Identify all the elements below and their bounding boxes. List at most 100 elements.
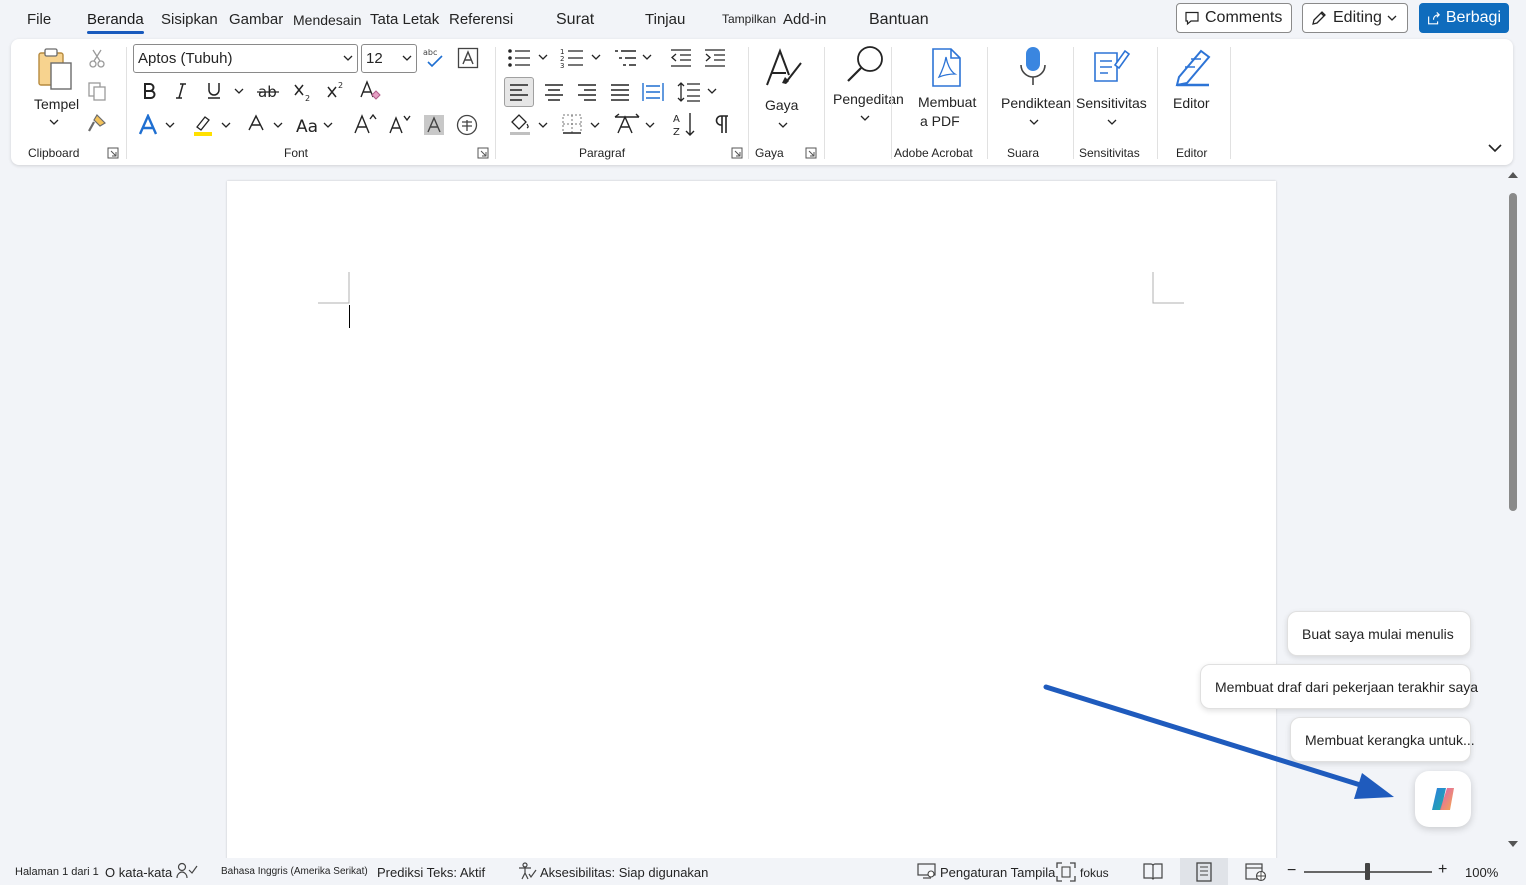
multilevel-list-button[interactable] xyxy=(611,45,639,71)
chevron-down-icon[interactable] xyxy=(323,122,333,129)
tab-bantuan[interactable]: Bantuan xyxy=(869,11,929,29)
tab-tinjau[interactable]: Tinjau xyxy=(645,11,685,28)
cut-button[interactable] xyxy=(85,47,109,71)
asian-layout-button[interactable] xyxy=(612,110,642,138)
change-case-button[interactable]: Aa xyxy=(294,112,324,138)
proofing-icon[interactable] xyxy=(176,862,198,880)
highlight-color-button[interactable] xyxy=(189,112,217,138)
comments-button[interactable]: Comments xyxy=(1176,3,1292,33)
shading-button[interactable] xyxy=(506,110,534,138)
dialog-launcher-icon[interactable] xyxy=(805,147,817,159)
sort-button[interactable]: AZ xyxy=(671,110,699,138)
create-pdf-label-line2: a PDF xyxy=(920,113,960,129)
copilot-button[interactable] xyxy=(1415,771,1471,827)
chevron-down-icon[interactable] xyxy=(221,122,231,129)
clear-formatting-button[interactable] xyxy=(357,77,383,103)
vertical-scrollbar[interactable] xyxy=(1504,168,1522,854)
dialog-launcher-icon[interactable] xyxy=(731,147,743,159)
strikethrough-button[interactable]: ab xyxy=(255,79,281,103)
show-formatting-marks-button[interactable] xyxy=(707,110,735,138)
align-center-button[interactable] xyxy=(540,78,568,106)
subscript-button[interactable]: 2 xyxy=(290,79,316,105)
display-settings-button[interactable]: Pengaturan Tampilan xyxy=(940,865,1063,880)
chevron-down-icon[interactable] xyxy=(642,54,652,61)
copy-button[interactable] xyxy=(85,79,109,103)
tab-gambar[interactable]: Gambar xyxy=(229,11,283,28)
page-count[interactable]: Halaman 1 dari 1 xyxy=(15,866,99,878)
sensitivity-button[interactable]: Sensitivitas xyxy=(1075,43,1147,131)
editor-button[interactable]: Editor xyxy=(1163,43,1223,131)
paste-button[interactable]: Tempel xyxy=(29,45,81,133)
underline-button[interactable] xyxy=(202,79,226,103)
chevron-down-icon[interactable] xyxy=(273,122,283,129)
print-layout-icon[interactable] xyxy=(1195,862,1213,882)
tab-file[interactable]: File xyxy=(27,11,51,28)
numbering-button[interactable]: 123 xyxy=(558,45,586,71)
bullets-button[interactable] xyxy=(505,45,533,71)
tab-tata-letak[interactable]: Tata Letak xyxy=(370,11,439,28)
create-pdf-button[interactable]: Membuat a PDF xyxy=(911,45,987,133)
word-count[interactable]: O kata-kata xyxy=(105,865,172,880)
text-effects-button[interactable] xyxy=(135,112,161,138)
bold-button[interactable] xyxy=(137,79,161,103)
text-effects-box-button[interactable] xyxy=(455,45,481,71)
focus-button[interactable]: fokus xyxy=(1080,866,1109,880)
superscript-button[interactable]: 2 xyxy=(323,77,349,103)
share-button[interactable]: Berbagi xyxy=(1419,3,1509,33)
editing-mode-button[interactable]: Editing xyxy=(1302,3,1408,33)
ribbon-collapse-chevron-icon[interactable] xyxy=(1488,144,1502,153)
tab-beranda[interactable]: Beranda xyxy=(87,11,144,34)
chevron-down-icon[interactable] xyxy=(538,122,548,129)
dictate-button[interactable]: Pendiktean xyxy=(997,43,1071,131)
zoom-in-button[interactable]: + xyxy=(1438,861,1447,879)
zoom-slider-thumb[interactable] xyxy=(1365,863,1370,880)
scroll-down-arrow-icon[interactable] xyxy=(1507,840,1519,848)
ribbon-separator xyxy=(1157,47,1158,159)
align-right-button[interactable] xyxy=(573,78,601,106)
dialog-launcher-icon[interactable] xyxy=(477,147,489,159)
ribbon-separator xyxy=(824,47,825,159)
tab-add-in[interactable]: Add-in xyxy=(783,11,826,28)
accessibility-status[interactable]: Aksesibilitas: Siap digunakan xyxy=(540,865,708,880)
read-mode-icon[interactable] xyxy=(1143,862,1163,880)
chevron-down-icon[interactable] xyxy=(165,122,175,129)
format-painter-button[interactable] xyxy=(85,111,109,135)
tab-tampilkan[interactable]: Tampilkan xyxy=(722,12,776,26)
chevron-down-icon[interactable] xyxy=(538,54,548,61)
font-color-button[interactable] xyxy=(243,112,269,138)
spelling-button[interactable]: abc xyxy=(421,45,447,71)
copilot-suggestion-start-writing[interactable]: Buat saya mulai menulis xyxy=(1287,611,1471,656)
chevron-down-icon[interactable] xyxy=(645,122,655,129)
font-name-combobox[interactable]: Aptos (Tubuh) xyxy=(133,44,358,73)
font-size-combobox[interactable]: 12 xyxy=(361,44,417,73)
increase-indent-button[interactable] xyxy=(701,45,729,71)
tab-sisipkan[interactable]: Sisipkan xyxy=(161,11,218,28)
chevron-down-icon[interactable] xyxy=(591,54,601,61)
chevron-down-icon[interactable] xyxy=(590,122,600,129)
scroll-thumb[interactable] xyxy=(1509,193,1517,511)
italic-button[interactable] xyxy=(169,79,193,103)
dialog-launcher-icon[interactable] xyxy=(107,147,119,159)
tab-mendesain[interactable]: Mendesain xyxy=(293,12,362,28)
line-spacing-button[interactable] xyxy=(675,78,703,106)
character-shading-button[interactable] xyxy=(421,112,447,138)
zoom-level[interactable]: 100% xyxy=(1465,865,1498,880)
decrease-indent-button[interactable] xyxy=(667,45,695,71)
distributed-button[interactable] xyxy=(639,78,667,106)
shrink-font-button[interactable] xyxy=(385,110,413,138)
chevron-down-icon[interactable] xyxy=(707,88,717,95)
grow-font-button[interactable] xyxy=(351,110,379,138)
justify-button[interactable] xyxy=(606,78,634,106)
tab-referensi[interactable]: Referensi xyxy=(449,11,513,28)
language-indicator[interactable]: Bahasa Inggris (Amerika Serikat) xyxy=(221,866,368,877)
scroll-up-arrow-icon[interactable] xyxy=(1507,171,1519,179)
text-prediction-status[interactable]: Prediksi Teks: Aktif xyxy=(377,865,485,880)
borders-button[interactable] xyxy=(558,110,586,138)
zoom-out-button[interactable]: − xyxy=(1287,862,1296,880)
enclose-characters-button[interactable] xyxy=(454,112,480,138)
chevron-down-icon[interactable] xyxy=(234,88,244,95)
styles-button[interactable]: Gaya xyxy=(759,45,809,133)
tab-surat[interactable]: Surat xyxy=(556,11,594,29)
align-left-button[interactable] xyxy=(504,77,534,107)
web-layout-icon[interactable] xyxy=(1245,862,1267,882)
